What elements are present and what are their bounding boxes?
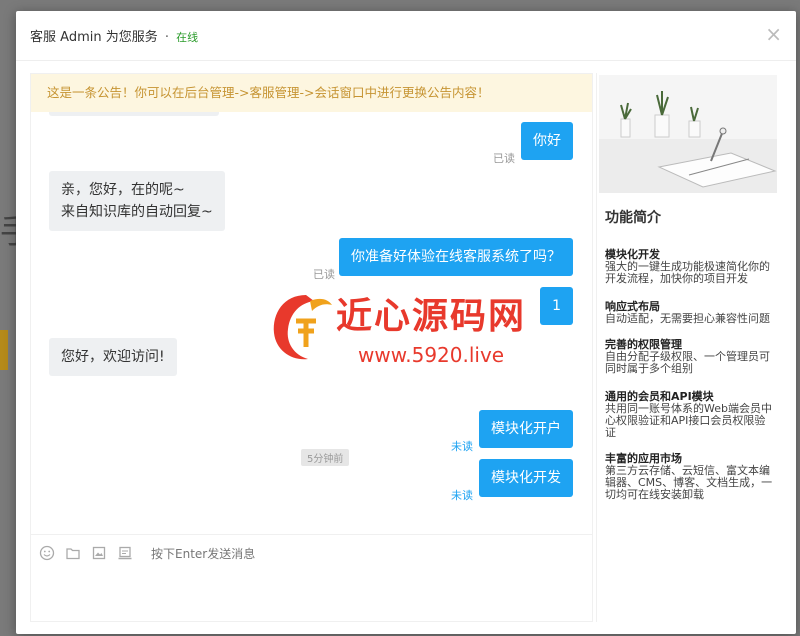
message-list[interactable]: 你好 已读 亲，您好，在的呢~ 来自知识库的自动回复~ 你准备好体验在线客服系统… xyxy=(31,112,592,524)
unread-receipt: 未读 xyxy=(451,489,473,502)
feature-item: 通用的会员和API模块 共用同一账号体系的Web端会员中心权限验证和API接口会… xyxy=(605,391,773,439)
feature-description: 共用同一账号体系的Web端会员中心权限验证和API接口会员权限验证 xyxy=(605,402,772,439)
image-icon[interactable] xyxy=(91,545,107,561)
read-receipt: 已读 xyxy=(313,268,335,281)
feature-description: 强大的一键生成功能极速简化你的开发流程，加快你的项目开发 xyxy=(605,260,770,285)
feature-item: 完善的权限管理 自由分配子级权限、一个管理员可同时属于多个组别 xyxy=(605,339,773,375)
modal-header: 客服 Admin 为您服务 · 在线 × xyxy=(16,11,796,61)
background-text-fragment: 手 xyxy=(0,212,16,252)
message-line: 来自知识库的自动回复~ xyxy=(61,204,213,220)
modal-title: 客服 Admin 为您服务 · 在线 xyxy=(30,26,198,45)
message-bubble-sent: 模块化开户 xyxy=(479,410,573,448)
message-bubble-sent: 1 xyxy=(540,287,573,325)
feature-item: 模块化开发 强大的一键生成功能极速简化你的开发流程，加快你的项目开发 xyxy=(605,249,773,285)
chat-panel: 这是一条公告！你可以在后台管理->客服管理->会话窗口中进行更换公告内容！ 你好… xyxy=(30,73,593,622)
announcement-banner: 这是一条公告！你可以在后台管理->客服管理->会话窗口中进行更换公告内容！ xyxy=(31,74,592,112)
partial-message-bubble xyxy=(49,112,219,116)
unread-receipt: 未读 xyxy=(451,440,473,453)
message-bubble-sent: 你好 xyxy=(521,122,573,160)
message-bubble-received: 您好，欢迎访问! xyxy=(49,338,177,376)
emoji-icon[interactable] xyxy=(39,545,55,561)
chat-modal: 客服 Admin 为您服务 · 在线 × 这是一条公告！你可以在后台管理->客服… xyxy=(16,11,796,634)
history-icon[interactable] xyxy=(117,545,133,561)
send-hint: 按下Enter发送消息 xyxy=(151,547,256,561)
sidebar-banner-image xyxy=(599,75,777,193)
background-accent-bar xyxy=(0,330,8,370)
title-prefix: 客服 xyxy=(30,30,57,45)
feature-description: 自由分配子级权限、一个管理员可同时属于多个组别 xyxy=(605,350,770,375)
feature-description: 第三方云存储、云短信、富文本编辑器、CMS、博客、文档生成，一切均可在线安装卸载 xyxy=(605,464,773,501)
sidebar-title: 功能简介 xyxy=(605,210,661,226)
feature-description: 自动适配，无需要担心兼容性问题 xyxy=(605,312,770,325)
message-timestamp: 5分钟前 xyxy=(301,449,350,466)
online-status: 在线 xyxy=(176,31,199,44)
folder-icon[interactable] xyxy=(65,545,81,561)
feature-item: 响应式布局 自动适配，无需要担心兼容性问题 xyxy=(605,301,773,325)
feature-item: 丰富的应用市场 第三方云存储、云短信、富文本编辑器、CMS、博客、文档生成，一切… xyxy=(605,453,773,501)
title-separator: · xyxy=(164,30,170,45)
close-icon[interactable]: × xyxy=(765,24,782,44)
message-bubble-sent: 你准备好体验在线客服系统了吗？ xyxy=(339,238,573,276)
message-line: 亲，您好，在的呢~ xyxy=(61,182,185,198)
message-bubble-sent: 模块化开发 xyxy=(479,459,573,497)
feature-sidebar: 功能简介 模块化开发 强大的一键生成功能极速简化你的开发流程，加快你的项目开发 … xyxy=(596,73,778,622)
message-bubble-received: 亲，您好，在的呢~ 来自知识库的自动回复~ xyxy=(49,171,225,231)
read-receipt: 已读 xyxy=(493,152,515,165)
composer-toolbar: 按下Enter发送消息 xyxy=(31,534,592,564)
agent-name: Admin 为您服务 xyxy=(60,30,158,45)
